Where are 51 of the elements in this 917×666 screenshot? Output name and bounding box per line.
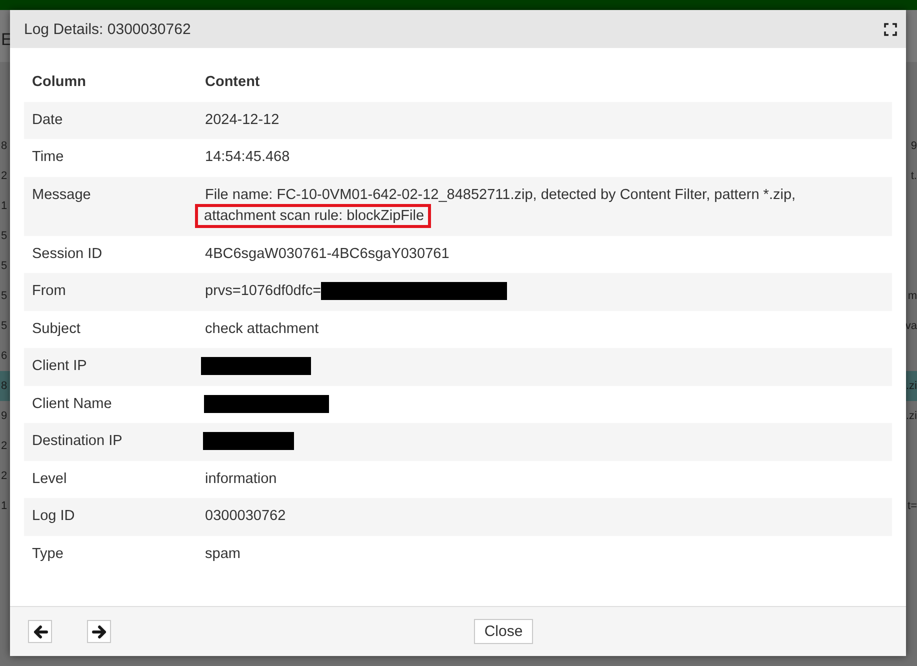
column-header: Column	[31, 73, 87, 92]
table-cell: 4BC6sgaW030761-4BC6sgaY030761	[197, 236, 892, 273]
fullscreen-icon[interactable]	[884, 22, 897, 36]
list-cell[interactable]: 5	[0, 221, 10, 251]
table-cell: Level	[24, 460, 197, 498]
next-button[interactable]	[87, 620, 111, 643]
list-cell[interactable]: 8	[0, 371, 10, 401]
table-cell: Client IP	[24, 348, 197, 386]
previous-button[interactable]	[28, 620, 52, 643]
table-cell: Type	[24, 536, 197, 573]
list-cell[interactable]: t.	[906, 161, 917, 191]
list-cell[interactable]: 5	[0, 251, 10, 281]
list-cell[interactable]: 6	[0, 341, 10, 371]
table-cell: Date	[24, 102, 197, 139]
list-cell[interactable]: 5	[0, 311, 10, 341]
list-cell[interactable]: 9	[0, 401, 10, 431]
table-cell: Client Name	[24, 386, 197, 423]
list-cell[interactable]: 1	[0, 191, 10, 221]
table-cell: Session ID	[24, 236, 197, 273]
arrow-right-icon	[92, 624, 106, 638]
list-cell[interactable]: m	[906, 281, 917, 311]
column-header: Content	[204, 73, 261, 92]
table-cell: Subject	[24, 310, 197, 348]
list-cell[interactable]: 1	[0, 491, 10, 521]
table-cell: From	[24, 273, 197, 310]
list-cell[interactable]: .zi	[906, 401, 917, 431]
list-cell[interactable]: 2	[0, 161, 10, 191]
table-cell: Log ID	[24, 498, 197, 536]
list-cell[interactable]: 9	[906, 131, 917, 161]
table-cell: 14:54:45.468	[197, 139, 892, 176]
list-cell[interactable]: 2	[0, 431, 10, 461]
list-cell[interactable]: .zi	[906, 371, 917, 401]
table-cell: Destination IP	[24, 423, 197, 460]
table-cell: Message	[24, 176, 197, 236]
table-cell: 2024-12-12	[197, 102, 892, 139]
table-cell: check attachment	[197, 310, 892, 348]
cell-text: prvs=1076df0dfc=	[205, 283, 322, 299]
highlighted-text: attachment scan rule: blockZipFile	[195, 204, 432, 228]
close-button[interactable]: Close	[474, 619, 533, 644]
table-cell: Time	[24, 139, 197, 176]
table-cell: spam	[197, 536, 892, 573]
table-cell: information	[197, 460, 892, 498]
arrow-left-icon	[32, 624, 48, 638]
table-cell: 0300030762	[197, 498, 892, 536]
list-cell[interactable]: 8	[0, 131, 10, 161]
list-cell[interactable]: 5	[0, 281, 10, 311]
dialog-title: Log Details: 0300030762	[24, 20, 191, 38]
message-text: File name: FC-10-0VM01-642-02-12_84852711.zip, detected by Content Filter, pattern *.zip,	[205, 186, 797, 204]
list-cell[interactable]: 2	[0, 461, 10, 491]
list-cell[interactable]: t=	[906, 491, 917, 521]
list-cell[interactable]: va	[906, 311, 917, 341]
